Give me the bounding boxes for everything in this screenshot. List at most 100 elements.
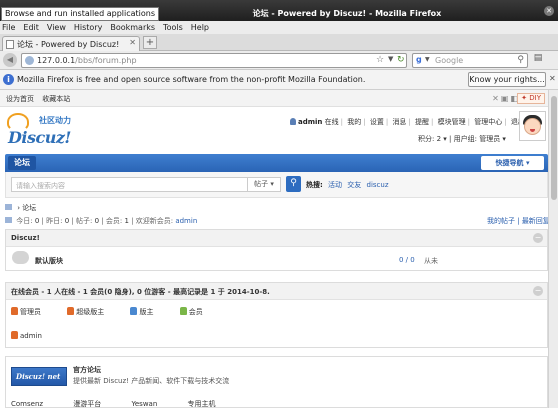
forum-last-post: 从未 bbox=[424, 257, 438, 265]
notification-message: Mozilla Firefox is free and open source … bbox=[17, 75, 366, 84]
admin-center-link[interactable]: 管理中心 bbox=[474, 118, 502, 126]
stats-links: 我的帖子 | 最新回复 bbox=[487, 217, 548, 225]
menu-history[interactable]: History bbox=[74, 21, 102, 34]
link-manyou[interactable]: 漫游平台 bbox=[73, 400, 101, 408]
link-hosting[interactable]: 专用主机 bbox=[188, 400, 216, 408]
hot-link-discuz[interactable]: discuz bbox=[367, 181, 389, 189]
page-scrollbar[interactable] bbox=[548, 90, 558, 408]
scrollbar-thumb[interactable] bbox=[551, 96, 557, 200]
official-forum-banner[interactable]: Discuz! net bbox=[11, 367, 67, 386]
url-dropdown-icon[interactable]: ▼ bbox=[388, 55, 393, 63]
new-tab-button[interactable]: + bbox=[143, 36, 157, 49]
menu-edit[interactable]: Edit bbox=[23, 21, 39, 34]
hot-link-dating[interactable]: 交友 bbox=[347, 181, 361, 189]
legend-super-mod: 超级版主 bbox=[67, 307, 116, 316]
site-logo[interactable]: 社区动力 Discuz! bbox=[7, 113, 87, 151]
engine-dropdown-icon[interactable]: ▼ bbox=[425, 56, 430, 63]
menu-help[interactable]: Help bbox=[191, 21, 209, 34]
user-credits: 积分: 2 ▾ | 用户组: 管理员 ▾ bbox=[418, 135, 506, 143]
favorite-link[interactable]: 收藏本站 bbox=[42, 95, 70, 103]
hot-link-activity[interactable]: 活动 bbox=[328, 181, 342, 189]
forum-stats: 今日: 0 | 昨日: 0 | 帖子: 0 | 会员: 1 | 欢迎新会员: a… bbox=[5, 216, 197, 226]
messages-link[interactable]: 消息 bbox=[392, 118, 406, 126]
browser-tab[interactable]: 论坛 - Powered by Discuz! ✕ bbox=[2, 36, 140, 51]
username-link[interactable]: admin bbox=[298, 118, 322, 126]
module-manage-link[interactable]: 模块管理 bbox=[438, 118, 466, 126]
official-forum-link[interactable]: 官方论坛 bbox=[73, 365, 101, 375]
logo-wordmark: Discuz! bbox=[8, 128, 71, 147]
legend-admin: 管理员 bbox=[11, 307, 53, 316]
hot-searches: 热搜: 活动 交友 discuz bbox=[306, 180, 389, 190]
my-posts-link[interactable]: 我的帖子 bbox=[487, 217, 515, 225]
friend-links-box: Discuz! net 官方论坛 提供最新 Discuz! 产品新闻、软件下载与… bbox=[5, 356, 548, 408]
site-search-placeholder: 请输入搜索内容 bbox=[16, 182, 65, 190]
menu-tools[interactable]: Tools bbox=[163, 21, 183, 34]
search-type-select[interactable]: 帖子 ▾ bbox=[248, 177, 281, 192]
reload-icon[interactable]: ↻ bbox=[397, 55, 405, 65]
online-status[interactable]: 在线 bbox=[325, 118, 339, 126]
menu-view[interactable]: View bbox=[47, 21, 66, 34]
bookmark-star-icon[interactable]: ☆ bbox=[376, 55, 384, 65]
points-link[interactable]: 积分: 2 bbox=[418, 135, 441, 143]
online-title: 在线会员 - 1 人在线 - 1 会员(0 隐身), 0 位游客 - 最高记录是… bbox=[11, 288, 270, 296]
link-comsenz[interactable]: Comsenz bbox=[11, 400, 43, 408]
breadcrumb-forum[interactable]: 论坛 bbox=[22, 204, 36, 212]
topbar-tool-icons[interactable]: ✕▣◧ bbox=[492, 94, 520, 103]
window-title: 论坛 - Powered by Discuz! - Mozilla Firefo… bbox=[252, 9, 442, 18]
category-box: Discuz! − 默认版块 0 / 0 从未 bbox=[5, 229, 548, 271]
breadcrumb: › 论坛 bbox=[5, 203, 36, 213]
settings-link[interactable]: 设置 bbox=[370, 118, 384, 126]
menubar: File Edit View History Bookmarks Tools H… bbox=[0, 21, 558, 34]
forum-count: 0 / 0 bbox=[399, 256, 415, 264]
site-search-button[interactable]: ⚲ bbox=[286, 176, 301, 192]
notification-close-icon[interactable]: ✕ bbox=[549, 74, 556, 83]
usergroup-link[interactable]: 用户组: 管理员 bbox=[454, 135, 501, 143]
tooltip: Browse and run installed applications bbox=[1, 7, 160, 21]
my-link[interactable]: 我的 bbox=[347, 118, 361, 126]
legend-mod: 版主 bbox=[130, 307, 165, 316]
window-close-button[interactable]: ✕ bbox=[544, 6, 554, 16]
url-bar[interactable]: 127.0.0.1/bbs/forum.php ☆ ▼ ↻ bbox=[21, 53, 407, 68]
globe-icon bbox=[25, 56, 34, 65]
site-topbar: 设为首页 收藏本站 ✕▣◧ ✦ DIY bbox=[0, 90, 548, 107]
nav-tab-forum[interactable]: 论坛 bbox=[8, 156, 36, 170]
search-bar[interactable]: g ▼ Google ⚲ bbox=[412, 53, 528, 68]
bookmarks-menu-icon[interactable]: ▤ bbox=[531, 53, 545, 67]
quick-nav-button[interactable]: 快捷导航 ▾ bbox=[481, 156, 544, 170]
stats-icon bbox=[5, 217, 12, 223]
site-search-input[interactable]: 请输入搜索内容 bbox=[11, 177, 248, 192]
user-links: admin 在线 | 我的 | 设置 | 消息 | 提醒 | 模块管理 | 管理中心 | 退出 bbox=[290, 117, 525, 127]
tab-label: 论坛 - Powered by Discuz! bbox=[17, 40, 120, 49]
link-yeswan[interactable]: Yeswan bbox=[132, 400, 158, 408]
menu-file[interactable]: File bbox=[2, 21, 15, 34]
know-your-rights-button[interactable]: Know your rights... bbox=[468, 72, 546, 87]
category-title[interactable]: Discuz! bbox=[11, 234, 40, 242]
forum-name-link[interactable]: 默认版块 bbox=[35, 256, 63, 266]
logo-slogan: 社区动力 bbox=[39, 116, 71, 125]
back-button[interactable]: ◀ bbox=[3, 53, 17, 67]
forum-bubble-icon bbox=[12, 251, 29, 264]
tab-strip: 论坛 - Powered by Discuz! ✕ + bbox=[0, 34, 558, 51]
newest-replies-link[interactable]: 最新回复 bbox=[522, 217, 548, 225]
tab-close-icon[interactable]: ✕ bbox=[129, 38, 136, 47]
window-titlebar: Browse and run installed applications 论坛… bbox=[0, 0, 558, 21]
diy-button[interactable]: ✦ DIY bbox=[517, 93, 545, 104]
legend-member: 会员 bbox=[179, 307, 215, 316]
online-member[interactable]: admin bbox=[11, 331, 42, 340]
avatar[interactable] bbox=[519, 111, 546, 141]
set-homepage-link[interactable]: 设为首页 bbox=[6, 95, 34, 103]
collapse-icon[interactable]: − bbox=[533, 286, 543, 296]
page-content: 设为首页 收藏本站 ✕▣◧ ✦ DIY 社区动力 Discuz! admin 在… bbox=[0, 90, 548, 408]
home-icon[interactable] bbox=[5, 204, 12, 210]
page-icon bbox=[6, 40, 14, 49]
usergroup-legend: 管理员 超级版主 版主 会员 bbox=[11, 307, 227, 317]
collapse-icon[interactable]: − bbox=[533, 233, 543, 243]
newest-member-link[interactable]: admin bbox=[175, 217, 197, 225]
info-icon: i bbox=[3, 74, 14, 85]
google-icon[interactable]: g bbox=[416, 55, 422, 64]
official-forum-desc: 提供最新 Discuz! 产品新闻、软件下载与技术交流 bbox=[73, 377, 230, 385]
online-members-box: 在线会员 - 1 人在线 - 1 会员(0 隐身), 0 位游客 - 最高记录是… bbox=[5, 282, 548, 348]
menu-bookmarks[interactable]: Bookmarks bbox=[110, 21, 155, 34]
reminders-link[interactable]: 提醒 bbox=[415, 118, 429, 126]
search-icon[interactable]: ⚲ bbox=[517, 55, 524, 65]
